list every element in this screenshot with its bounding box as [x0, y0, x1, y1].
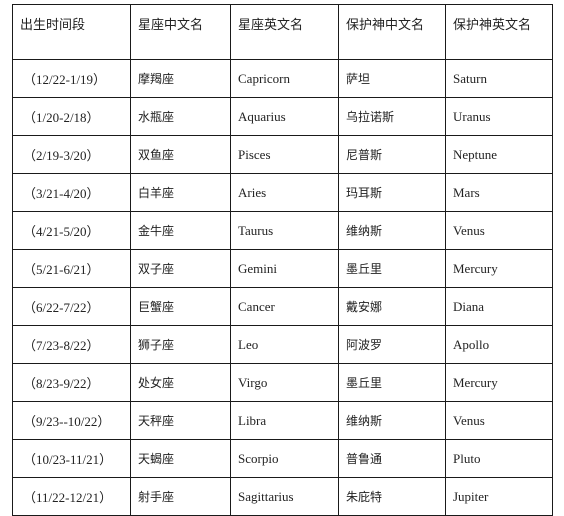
guardian-chinese-name-cell: 阿波罗	[338, 325, 446, 364]
sign-chinese-name-cell: 天蝎座	[130, 439, 231, 478]
sign-english-name-cell: Aquarius	[230, 97, 339, 136]
header-guardian-english-name: 保护神英文名	[445, 4, 553, 60]
header-birth-period: 出生时间段	[12, 4, 131, 60]
sign-chinese-name-cell: 摩羯座	[130, 59, 231, 98]
sign-chinese-name-cell: 金牛座	[130, 211, 231, 250]
guardian-chinese-name-cell: 乌拉诺斯	[338, 97, 446, 136]
birth-period-cell: （6/22-7/22）	[12, 287, 131, 326]
header-row: 出生时间段 星座中文名 星座英文名 保护神中文名 保护神英文名	[12, 4, 553, 60]
sign-english-name-cell: Cancer	[230, 287, 339, 326]
table-row: （11/22-12/21） 射手座 Sagittarius 朱庇特 Jupiter	[12, 477, 553, 516]
guardian-chinese-name-cell: 戴安娜	[338, 287, 446, 326]
sign-chinese-name-cell: 狮子座	[130, 325, 231, 364]
sign-english-name-cell: Virgo	[230, 363, 339, 402]
sign-english-name-cell: Aries	[230, 173, 339, 212]
guardian-chinese-name-cell: 墨丘里	[338, 249, 446, 288]
birth-period-cell: （9/23--10/22）	[12, 401, 131, 440]
sign-chinese-name-cell: 巨蟹座	[130, 287, 231, 326]
zodiac-table: 出生时间段 星座中文名 星座英文名 保护神中文名 保护神英文名 （12/22-1…	[12, 4, 553, 516]
header-sign-chinese-name: 星座中文名	[130, 4, 231, 60]
guardian-english-name-cell: Jupiter	[445, 477, 553, 516]
table-row: （12/22-1/19） 摩羯座 Capricorn 萨坦 Saturn	[12, 59, 553, 98]
table-row: （8/23-9/22） 处女座 Virgo 墨丘里 Mercury	[12, 363, 553, 402]
guardian-english-name-cell: Mercury	[445, 363, 553, 402]
guardian-english-name-cell: Mercury	[445, 249, 553, 288]
guardian-english-name-cell: Apollo	[445, 325, 553, 364]
sign-chinese-name-cell: 处女座	[130, 363, 231, 402]
sign-english-name-cell: Libra	[230, 401, 339, 440]
guardian-chinese-name-cell: 普鲁通	[338, 439, 446, 478]
guardian-english-name-cell: Pluto	[445, 439, 553, 478]
sign-english-name-cell: Sagittarius	[230, 477, 339, 516]
sign-english-name-cell: Capricorn	[230, 59, 339, 98]
header-sign-english-name: 星座英文名	[230, 4, 339, 60]
sign-chinese-name-cell: 射手座	[130, 477, 231, 516]
guardian-chinese-name-cell: 玛耳斯	[338, 173, 446, 212]
birth-period-cell: （8/23-9/22）	[12, 363, 131, 402]
sign-english-name-cell: Taurus	[230, 211, 339, 250]
table-row: （10/23-11/21） 天蝎座 Scorpio 普鲁通 Pluto	[12, 439, 553, 478]
table-row: （1/20-2/18） 水瓶座 Aquarius 乌拉诺斯 Uranus	[12, 97, 553, 136]
guardian-chinese-name-cell: 萨坦	[338, 59, 446, 98]
birth-period-cell: （1/20-2/18）	[12, 97, 131, 136]
table-row: （6/22-7/22） 巨蟹座 Cancer 戴安娜 Diana	[12, 287, 553, 326]
birth-period-cell: （12/22-1/19）	[12, 59, 131, 98]
guardian-english-name-cell: Diana	[445, 287, 553, 326]
table-row: （9/23--10/22） 天秤座 Libra 维纳斯 Venus	[12, 401, 553, 440]
sign-chinese-name-cell: 水瓶座	[130, 97, 231, 136]
table-row: （5/21-6/21） 双子座 Gemini 墨丘里 Mercury	[12, 249, 553, 288]
sign-english-name-cell: Leo	[230, 325, 339, 364]
table-row: （7/23-8/22） 狮子座 Leo 阿波罗 Apollo	[12, 325, 553, 364]
guardian-english-name-cell: Neptune	[445, 135, 553, 174]
sign-chinese-name-cell: 白羊座	[130, 173, 231, 212]
sign-chinese-name-cell: 天秤座	[130, 401, 231, 440]
birth-period-cell: （2/19-3/20）	[12, 135, 131, 174]
table-row: （4/21-5/20） 金牛座 Taurus 维纳斯 Venus	[12, 211, 553, 250]
birth-period-cell: （4/21-5/20）	[12, 211, 131, 250]
guardian-english-name-cell: Mars	[445, 173, 553, 212]
guardian-english-name-cell: Uranus	[445, 97, 553, 136]
table-row: （2/19-3/20） 双鱼座 Pisces 尼普斯 Neptune	[12, 135, 553, 174]
sign-english-name-cell: Scorpio	[230, 439, 339, 478]
guardian-english-name-cell: Saturn	[445, 59, 553, 98]
sign-chinese-name-cell: 双鱼座	[130, 135, 231, 174]
guardian-chinese-name-cell: 维纳斯	[338, 211, 446, 250]
guardian-english-name-cell: Venus	[445, 211, 553, 250]
birth-period-cell: （3/21-4/20）	[12, 173, 131, 212]
guardian-chinese-name-cell: 朱庇特	[338, 477, 446, 516]
birth-period-cell: （10/23-11/21）	[12, 439, 131, 478]
birth-period-cell: （5/21-6/21）	[12, 249, 131, 288]
guardian-chinese-name-cell: 维纳斯	[338, 401, 446, 440]
sign-english-name-cell: Gemini	[230, 249, 339, 288]
birth-period-cell: （7/23-8/22）	[12, 325, 131, 364]
table-body: （12/22-1/19） 摩羯座 Capricorn 萨坦 Saturn （1/20-2/…	[12, 59, 553, 516]
guardian-english-name-cell: Venus	[445, 401, 553, 440]
table-row: （3/21-4/20） 白羊座 Aries 玛耳斯 Mars	[12, 173, 553, 212]
header-guardian-chinese-name: 保护神中文名	[338, 4, 446, 60]
guardian-chinese-name-cell: 墨丘里	[338, 363, 446, 402]
sign-chinese-name-cell: 双子座	[130, 249, 231, 288]
birth-period-cell: （11/22-12/21）	[12, 477, 131, 516]
guardian-chinese-name-cell: 尼普斯	[338, 135, 446, 174]
sign-english-name-cell: Pisces	[230, 135, 339, 174]
